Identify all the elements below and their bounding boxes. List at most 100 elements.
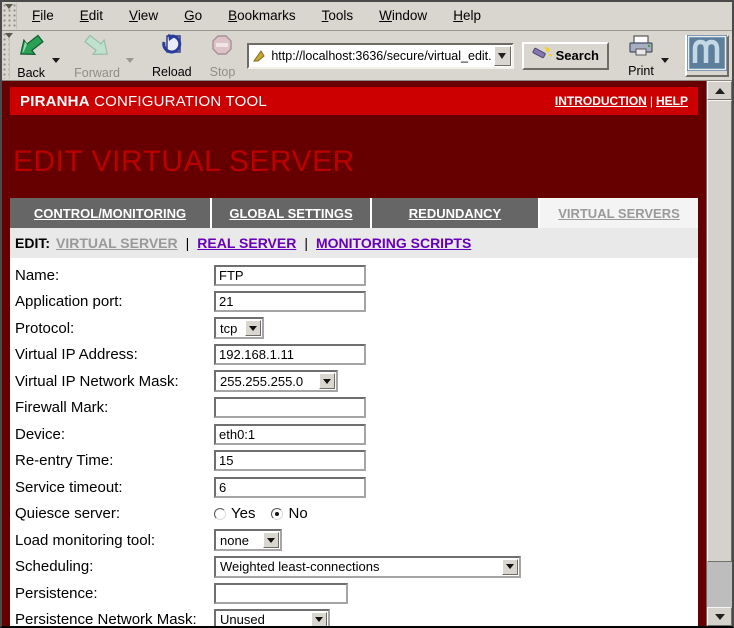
edit-prefix: EDIT: [15,235,50,251]
url-bookmark-icon[interactable] [249,49,269,63]
device-input[interactable] [214,424,366,445]
select-value: Weighted least-connections [216,559,502,574]
reentry-time-label: Re-entry Time: [15,452,214,469]
application-port-input[interactable] [214,291,366,312]
brand-title: PIRANHA CONFIGURATION TOOL [20,93,267,110]
subnav-monitoring-scripts[interactable]: MONITORING SCRIPTS [316,235,471,251]
persistence-netmask-select[interactable]: Unused [214,609,330,626]
help-link[interactable]: HELP [656,94,688,108]
url-input[interactable]: http://localhost:3636/secure/virtual_edi… [269,49,493,63]
form-row: Load monitoring tool: none [15,527,698,554]
dropdown-arrow-icon [245,320,261,336]
browser-viewport: PIRANHA CONFIGURATION TOOL INTRODUCTION|… [2,81,732,626]
url-bar[interactable]: http://localhost:3636/secure/virtual_edi… [247,43,513,69]
protocol-label: Protocol: [15,320,214,337]
tab-control-monitoring[interactable]: CONTROL/MONITORING [10,198,210,228]
menu-help[interactable]: Help [440,2,494,30]
form-row: Quiesce server: Yes No [15,501,698,528]
mozilla-logo-button[interactable] [685,35,729,77]
form-row: Virtual IP Network Mask: 255.255.255.0 [15,368,698,395]
scroll-down-button[interactable] [707,607,732,626]
menu-bookmarks[interactable]: Bookmarks [215,2,309,30]
back-history-dropdown-icon[interactable] [52,58,60,63]
back-button[interactable]: Back [12,31,50,81]
form-row: Virtual IP Address: [15,342,698,369]
dropdown-arrow-icon [311,612,327,626]
browser-window: File Edit View Go Bookmarks Tools Window… [0,0,734,628]
menu-window[interactable]: Window [366,2,440,30]
reentry-time-input[interactable] [214,450,366,471]
virtual-ip-label: Virtual IP Address: [15,346,214,363]
tab-bar: CONTROL/MONITORING GLOBAL SETTINGS REDUN… [10,198,698,228]
persistence-netmask-label: Persistence Network Mask: [15,611,214,626]
vertical-scrollbar[interactable] [706,81,732,626]
quiesce-yes-label: Yes [231,505,255,522]
scheduling-select[interactable]: Weighted least-connections [214,556,521,578]
tab-redundancy[interactable]: REDUNDANCY [372,198,538,228]
form-row: Protocol: tcp [15,315,698,342]
form-row: Device: [15,421,698,448]
arrow-down-icon [715,614,725,620]
service-timeout-label: Service timeout: [15,479,214,496]
back-arrow-icon [16,33,46,65]
dropdown-arrow-icon [263,532,279,548]
print-label: Print [628,64,654,78]
menu-view[interactable]: View [116,2,171,30]
content-panel: CONTROL/MONITORING GLOBAL SETTINGS REDUN… [10,198,698,626]
virtual-ip-netmask-select[interactable]: 255.255.255.0 [214,370,338,392]
quiesce-no-label: No [288,505,307,522]
print-dropdown-icon[interactable] [661,58,669,63]
form-row: Re-entry Time: [15,448,698,475]
virtual-ip-netmask-label: Virtual IP Network Mask: [15,373,214,390]
scheduling-label: Scheduling: [15,558,214,575]
forward-button[interactable]: Forward [70,31,124,81]
print-button[interactable]: Print [623,32,659,79]
piranha-page: PIRANHA CONFIGURATION TOOL INTRODUCTION|… [2,81,706,626]
quiesce-server-label: Quiesce server: [15,505,214,522]
firewall-mark-input[interactable] [214,397,366,418]
search-button[interactable]: Search [522,42,609,70]
url-dropdown-button[interactable] [494,46,511,66]
scrollbar-thumb[interactable] [707,100,732,562]
menu-edit[interactable]: Edit [67,2,116,30]
menu-file[interactable]: File [19,2,67,30]
page-header-bar: PIRANHA CONFIGURATION TOOL INTRODUCTION|… [10,87,698,115]
edit-subnav: EDIT: VIRTUAL SERVER | REAL SERVER | MON… [10,228,698,258]
quiesce-yes-radio[interactable] [214,508,226,520]
quiesce-no-radio[interactable] [271,508,283,520]
form-row: Persistence: [15,580,698,607]
service-timeout-input[interactable] [214,477,366,498]
persistence-label: Persistence: [15,585,214,602]
application-port-label: Application port: [15,293,214,310]
introduction-link[interactable]: INTRODUCTION [555,94,647,108]
subnav-real-server[interactable]: REAL SERVER [197,235,296,251]
stop-button[interactable]: Stop [206,31,240,80]
protocol-select[interactable]: tcp [214,317,264,339]
reload-button[interactable]: Reload [148,31,196,80]
stop-icon [210,33,234,64]
scrollbar-track[interactable] [707,100,732,607]
menu-go[interactable]: Go [171,2,215,30]
toolbar-grippy-handle[interactable] [3,3,17,29]
form-row: Scheduling: Weighted least-connections [15,554,698,581]
name-input[interactable] [214,265,366,286]
menu-tools[interactable]: Tools [309,2,367,30]
chevron-down-icon [498,53,506,59]
load-monitoring-select[interactable]: none [214,529,282,551]
name-label: Name: [15,267,214,284]
tab-global-settings[interactable]: GLOBAL SETTINGS [212,198,370,228]
reload-label: Reload [152,65,192,79]
stop-label: Stop [210,65,236,79]
toolbar-grippy-handle[interactable] [3,32,10,79]
virtual-server-form: Name: Application port: Protocol: tcp [10,258,698,626]
tab-virtual-servers[interactable]: VIRTUAL SERVERS [540,198,698,228]
form-row: Persistence Network Mask: Unused [15,607,698,627]
forward-history-dropdown-icon[interactable] [126,58,134,63]
virtual-ip-input[interactable] [214,344,366,365]
subnav-virtual-server[interactable]: VIRTUAL SERVER [56,235,178,251]
form-row: Service timeout: [15,474,698,501]
forward-label: Forward [74,66,120,80]
persistence-input[interactable] [214,583,348,604]
scroll-up-button[interactable] [707,81,732,100]
form-row: Firewall Mark: [15,395,698,422]
